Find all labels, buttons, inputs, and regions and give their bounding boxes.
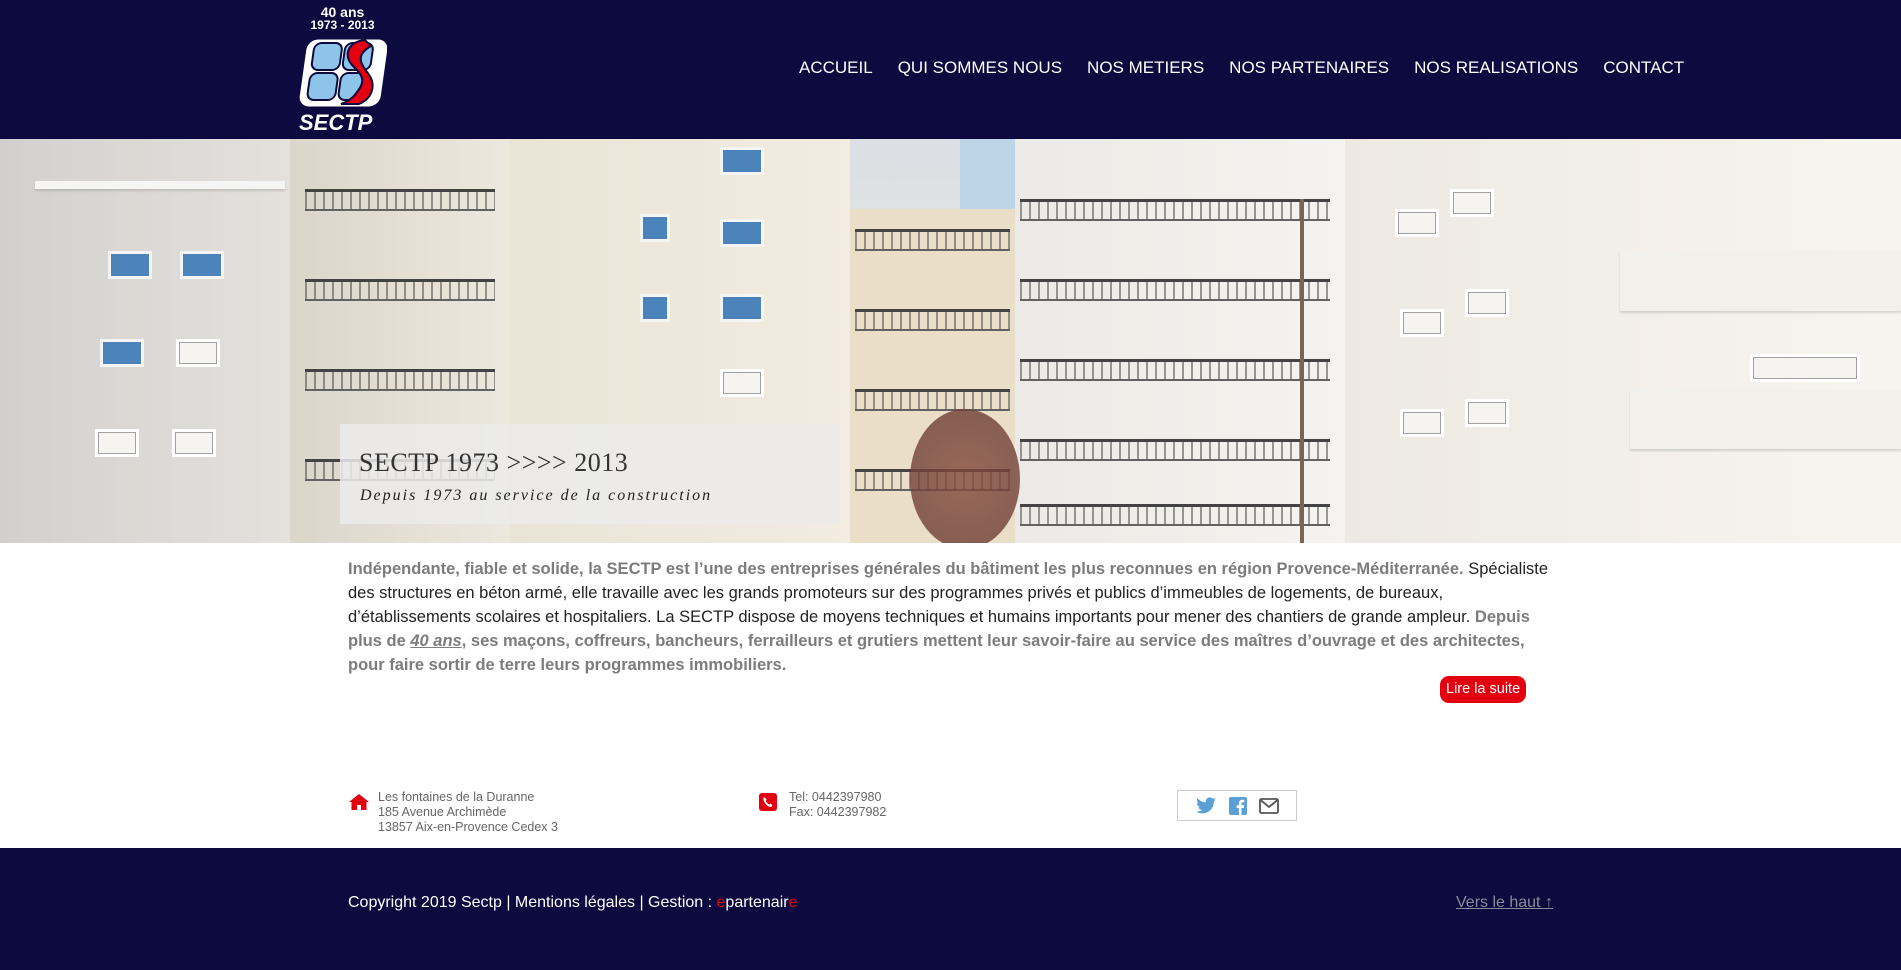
facebook-icon[interactable] (1229, 796, 1247, 815)
address-line-3: 13857 Aix-en-Provence Cedex 3 (378, 820, 558, 834)
address-line-2: 185 Avenue Archimède (378, 805, 507, 819)
nav-item-accueil[interactable]: ACCUEIL (799, 58, 873, 78)
site-footer: Copyright 2019 Sectp | Mentions légales … (0, 848, 1901, 970)
phone-icon (759, 793, 777, 811)
copyright-text[interactable]: Copyright 2019 Sectp | Mentions légales … (348, 894, 717, 911)
address-line-1: Les fontaines de la Duranne (378, 790, 535, 804)
epartenaire-logo-text[interactable]: partenair (725, 894, 788, 911)
email-icon[interactable] (1259, 797, 1279, 814)
copyright: Copyright 2019 Sectp | Mentions légales … (348, 894, 797, 912)
nav-item-nos-realisations[interactable]: NOS REALISATIONS (1414, 58, 1578, 78)
back-to-top-link[interactable]: Vers le haut ↑ (1456, 894, 1553, 912)
contact-address: Les fontaines de la Duranne 185 Avenue A… (348, 790, 608, 835)
hero-caption: SECTP 1973 >>>> 2013 Depuis 1973 au serv… (340, 424, 840, 524)
nav-item-nos-partenaires[interactable]: NOS PARTENAIRES (1229, 58, 1389, 78)
hero-subtitle: Depuis 1973 au service de la constructio… (360, 487, 713, 504)
epartenaire-logo-e2[interactable]: e (789, 894, 798, 911)
main-nav: ACCUEIL QUI SOMMES NOUS NOS METIERS NOS … (799, 58, 1684, 78)
home-icon (349, 794, 369, 810)
phone-tel: Tel: 0442397980 (789, 790, 882, 804)
nav-item-qui-sommes-nous[interactable]: QUI SOMMES NOUS (898, 58, 1062, 78)
logo-years-range: 1973 - 2013 (310, 18, 375, 32)
hero-banner (0, 139, 1901, 543)
logo-mark-icon (296, 36, 387, 110)
contact-phone: Tel: 0442397980 Fax: 0442397982 (759, 790, 979, 822)
site-header: 40 ans 1973 - 2013 SECTP ACCUEIL QUI SOM… (0, 0, 1901, 139)
nav-item-nos-metiers[interactable]: NOS METIERS (1087, 58, 1204, 78)
twitter-icon[interactable] (1195, 796, 1217, 815)
intro-highlight-end: , ses maçons, coffreurs, bancheurs, ferr… (348, 632, 1525, 674)
social-links (1177, 790, 1297, 821)
nav-item-contact[interactable]: CONTACT (1603, 58, 1684, 78)
phone-fax: Fax: 0442397982 (789, 805, 887, 819)
read-more-button[interactable]: Lire la suite (1440, 676, 1527, 703)
sectp-logo[interactable]: 40 ans 1973 - 2013 SECTP (295, 5, 390, 136)
hero-title: SECTP 1973 >>>> 2013 (359, 448, 629, 477)
intro-highlight-years: 40 ans (410, 632, 462, 650)
hero-overlay (0, 139, 1901, 543)
logo-name: SECTP (299, 110, 373, 135)
intro-lead: Indépendante, fiable et solide, la SECTP… (348, 560, 1464, 578)
intro-text: Indépendante, fiable et solide, la SECTP… (348, 557, 1558, 677)
logo-anniversary: 40 ans 1973 - 2013 (295, 5, 390, 32)
